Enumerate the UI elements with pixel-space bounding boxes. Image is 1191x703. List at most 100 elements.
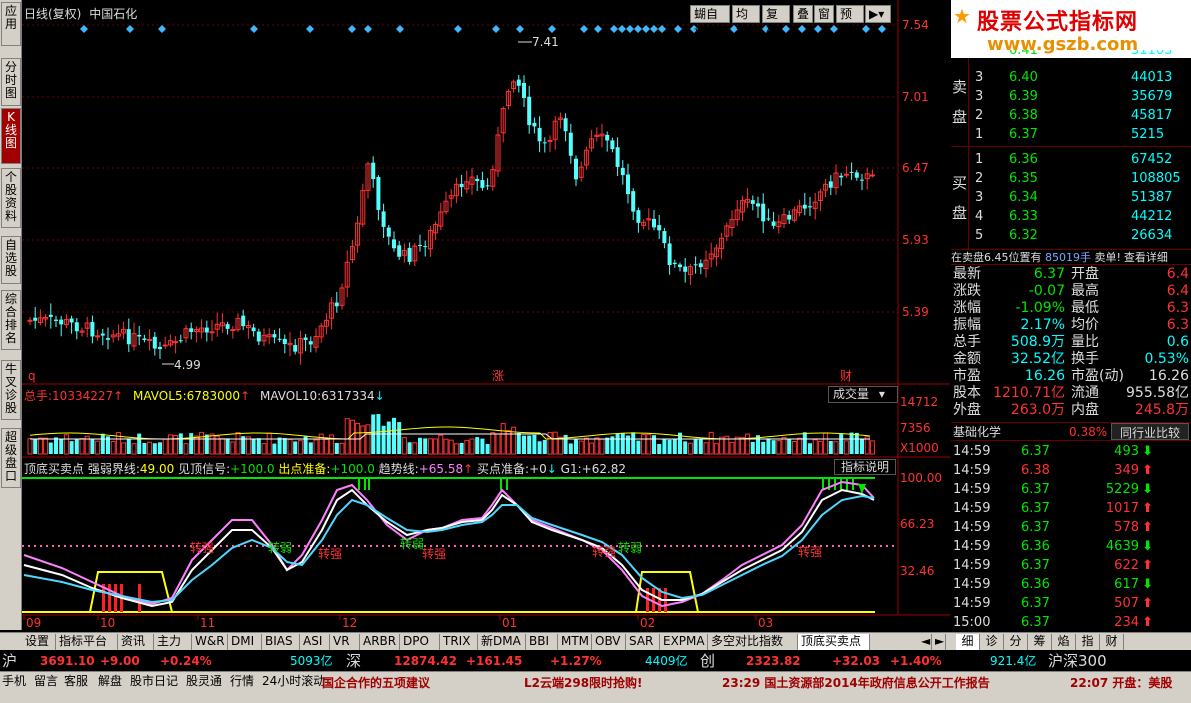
indicator-tab-11[interactable]: TRIX — [440, 634, 478, 650]
sell-notice[interactable]: 在卖盘6.45位置有 85019手 卖单! 查看详细 — [951, 249, 1191, 265]
news-item-4[interactable]: 22:07 开盘：美股 — [1070, 674, 1172, 691]
kline-chart[interactable]: 7.54 7.01 6.47 5.93 5.39 7.41 4.99 q 涨 财 14712 73… — [22, 0, 950, 630]
window-button[interactable]: 窗 — [814, 5, 834, 23]
indicator-tab-1[interactable]: 指标平台 — [56, 634, 118, 650]
tick-price: 6.37 — [1021, 482, 1050, 497]
tab-app[interactable]: 应用 — [1, 2, 21, 46]
indicator-tab-10[interactable]: DPO — [400, 634, 440, 650]
buy-row[interactable]: 3 6.34 51387 — [971, 188, 1191, 207]
status-button-6[interactable]: 行情 — [230, 674, 258, 689]
right-tab-3[interactable]: 筹 — [1028, 634, 1052, 650]
indicator-tab-14[interactable]: MTM — [558, 634, 592, 650]
status-button-5[interactable]: 股灵通 — [186, 674, 228, 689]
indicator-tab-13[interactable]: BBI — [526, 634, 558, 650]
volume-bar — [204, 434, 209, 454]
status-button-3[interactable]: 解盘 — [98, 674, 126, 689]
overlay-button[interactable]: 叠 — [793, 5, 813, 23]
indicator-tab-8[interactable]: VR — [330, 634, 360, 650]
stat-row: 总手 508.9万 量比 0.6 — [951, 334, 1191, 351]
book-volume: 51387 — [1131, 190, 1173, 205]
add-watchlist-button[interactable]: 蝴自选 — [690, 5, 730, 37]
right-tab-6[interactable]: 财 — [1100, 634, 1124, 650]
indicator-tab-5[interactable]: DMI — [228, 634, 262, 650]
indicator-tab-18[interactable]: 多空对比指数 — [708, 634, 798, 650]
industry-compare-button[interactable]: 同行业比较 — [1111, 423, 1189, 440]
status-button-1[interactable]: 留言 — [34, 674, 62, 689]
indicator-tab-15[interactable]: OBV — [592, 634, 626, 650]
tab-watchlist[interactable]: 自选股 — [1, 236, 21, 284]
status-button-4[interactable]: 股市日记 — [130, 674, 182, 689]
right-tab-0[interactable]: 细 — [956, 634, 980, 650]
news-item-1[interactable]: 国企合作的五项建议 — [322, 674, 430, 691]
buy-row[interactable]: 2 6.35 108805 — [971, 169, 1191, 188]
indicator-explain-button[interactable]: 指标说明 — [834, 459, 896, 475]
index-name[interactable]: 沪 — [2, 651, 17, 671]
indicator-tab-3[interactable]: 主力 — [154, 634, 192, 650]
sell-row[interactable]: 1 6.37 5215 — [971, 125, 1191, 144]
sell-row[interactable]: 2 6.38 45817 — [971, 106, 1191, 125]
buy-row[interactable]: 5 6.32 26634 — [971, 226, 1191, 245]
news-item-2[interactable]: L2云端298限时抢购! — [524, 674, 643, 691]
tab-intraday[interactable]: 分时图 — [1, 58, 21, 106]
candle-body-down — [371, 162, 376, 180]
forecast-button[interactable]: 预测 — [836, 5, 864, 37]
right-tab-1[interactable]: 诊 — [980, 634, 1004, 650]
sell-notice-link[interactable]: 查看详细 — [1124, 251, 1168, 264]
up-arrow-icon: ⬆ — [1142, 463, 1153, 478]
volume-bar — [126, 438, 131, 454]
indicator-axis-label: 66.23 — [900, 517, 934, 531]
tab-kline[interactable]: K线图 — [1, 108, 21, 164]
book-volume: 44212 — [1131, 209, 1173, 224]
tick-row: 14:59 6.38 349 ⬆ — [951, 461, 1191, 480]
book-level: 3 — [975, 190, 984, 205]
indicator-tab-9[interactable]: ARBR — [360, 634, 400, 650]
indicator-tab-4[interactable]: W&R — [192, 634, 228, 650]
buy-row[interactable]: 4 6.33 44212 — [971, 207, 1191, 226]
indicator-tab-12[interactable]: 新DMA — [478, 634, 526, 650]
book-price: 6.35 — [1009, 171, 1038, 186]
tab-diagnosis[interactable]: 牛叉诊股 — [1, 360, 21, 420]
candle-body-down — [475, 178, 480, 182]
indicator-tab-0[interactable]: 设置 — [22, 634, 56, 650]
indicator-tab-19[interactable]: 顶底买卖点 — [798, 634, 870, 650]
indicator-tab-2[interactable]: 资讯 — [118, 634, 154, 650]
index-name[interactable]: 沪深300 — [1048, 651, 1107, 671]
indicator-tab-17[interactable]: EXPMA — [660, 634, 708, 650]
index-name[interactable]: 创 — [700, 651, 715, 671]
logo-title: 股票公式指标网 — [977, 10, 1139, 35]
indicator-axis-label: 32.46 — [900, 564, 934, 578]
play-button[interactable]: ▶▾ — [865, 5, 891, 23]
tick-row: 14:59 6.37 493 ⬇ — [951, 442, 1191, 461]
sell-row[interactable]: 3 6.39 35679 — [971, 87, 1191, 106]
ma-button[interactable]: 均线 — [732, 5, 760, 37]
adjust-button[interactable]: 复权 — [762, 5, 790, 37]
buy-row[interactable]: 1 6.36 67452 — [971, 150, 1191, 169]
indicator-name: 顶底买卖点 — [24, 462, 85, 476]
tick-volume: 507 — [1114, 596, 1139, 611]
volume-selector-label: 成交量 — [833, 387, 870, 401]
up-arrow-icon: ⬆ — [1142, 615, 1153, 630]
volume-bar — [516, 432, 521, 454]
indicator-tab-7[interactable]: ASI — [300, 634, 330, 650]
right-tab-5[interactable]: 指 — [1076, 634, 1100, 650]
right-tab-2[interactable]: 分 — [1004, 634, 1028, 650]
indicator-tab-16[interactable]: SAR — [626, 634, 660, 650]
news-item-3[interactable]: 23:29 国土资源部2014年政府信息公开工作报告 — [722, 674, 990, 691]
tab-stock-info[interactable]: 个股资料 — [1, 168, 21, 228]
volume-bar — [90, 438, 95, 454]
sell-row[interactable]: 3 6.40 44013 — [971, 68, 1191, 87]
indicator-tab-6[interactable]: BIAS — [262, 634, 300, 650]
right-tab-4[interactable]: 焰 — [1052, 634, 1076, 650]
tab-super-book[interactable]: 超级盘口 — [1, 428, 21, 488]
status-button-2[interactable]: 客服 — [64, 674, 92, 689]
volume-selector[interactable]: 成交量 ▾ — [828, 386, 898, 403]
tab-scroll-left-icon[interactable]: ◄ — [918, 634, 932, 650]
ma10-value: 6317334 — [321, 389, 375, 403]
chart-area[interactable]: 7.54 7.01 6.47 5.93 5.39 7.41 4.99 q 涨 财 14712 73… — [22, 0, 950, 630]
tab-scroll-right-icon[interactable]: ► — [932, 634, 946, 650]
status-button-0[interactable]: 手机 — [2, 674, 30, 689]
sell-notice-text: 在卖盘6.45位置有 — [951, 251, 1042, 264]
status-button-7[interactable]: 24小时滚动 — [262, 674, 325, 689]
tab-ranking[interactable]: 综合排名 — [1, 290, 21, 350]
index-name[interactable]: 深 — [346, 651, 361, 671]
